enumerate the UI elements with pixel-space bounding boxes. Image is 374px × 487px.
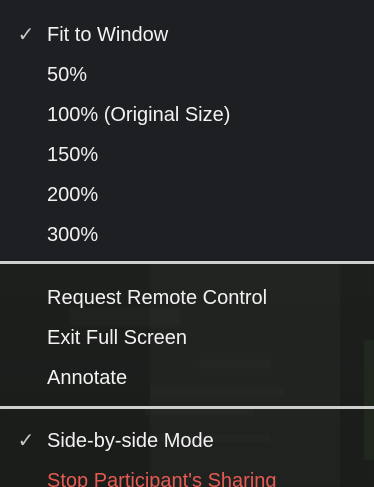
view-options-menu: ✓ Fit to Window 50% 100% (Original Size)… bbox=[0, 0, 374, 487]
checkmark-icon: ✓ bbox=[17, 430, 35, 452]
menu-item-zoom-150[interactable]: 150% bbox=[0, 135, 374, 175]
menu-item-label: Annotate bbox=[47, 367, 128, 389]
menu-item-label: Side-by-side Mode bbox=[47, 430, 214, 452]
menu-divider bbox=[0, 406, 374, 409]
menu-item-label: 50% bbox=[47, 64, 88, 86]
menu-item-label: Request Remote Control bbox=[47, 287, 268, 309]
zoom-section: ✓ Fit to Window 50% 100% (Original Size)… bbox=[0, 0, 374, 261]
menu-item-zoom-300[interactable]: 300% bbox=[0, 215, 374, 255]
control-section: Request Remote Control Exit Full Screen … bbox=[0, 264, 374, 406]
checkmark-icon: ✓ bbox=[17, 24, 35, 46]
menu-divider bbox=[0, 261, 374, 264]
view-section: ✓ Side-by-side Mode Stop Participant's S… bbox=[0, 409, 374, 487]
menu-item-zoom-200[interactable]: 200% bbox=[0, 175, 374, 215]
menu-item-label: 300% bbox=[47, 224, 99, 246]
menu-item-label: 100% (Original Size) bbox=[47, 104, 231, 126]
menu-item-zoom-50[interactable]: 50% bbox=[0, 55, 374, 95]
menu-item-label: 200% bbox=[47, 184, 99, 206]
menu-item-label: Stop Participant's Sharing bbox=[47, 470, 277, 487]
menu-item-fit-to-window[interactable]: ✓ Fit to Window bbox=[0, 15, 374, 55]
menu-item-zoom-100[interactable]: 100% (Original Size) bbox=[0, 95, 374, 135]
menu-item-label: Exit Full Screen bbox=[47, 327, 188, 349]
menu-item-annotate[interactable]: Annotate bbox=[0, 358, 374, 398]
menu-item-label: Fit to Window bbox=[47, 24, 169, 46]
menu-item-stop-participant-sharing[interactable]: Stop Participant's Sharing bbox=[0, 461, 374, 487]
menu-item-label: 150% bbox=[47, 144, 99, 166]
menu-item-request-remote-control[interactable]: Request Remote Control bbox=[0, 278, 374, 318]
menu-item-side-by-side-mode[interactable]: ✓ Side-by-side Mode bbox=[0, 421, 374, 461]
menu-item-exit-full-screen[interactable]: Exit Full Screen bbox=[0, 318, 374, 358]
